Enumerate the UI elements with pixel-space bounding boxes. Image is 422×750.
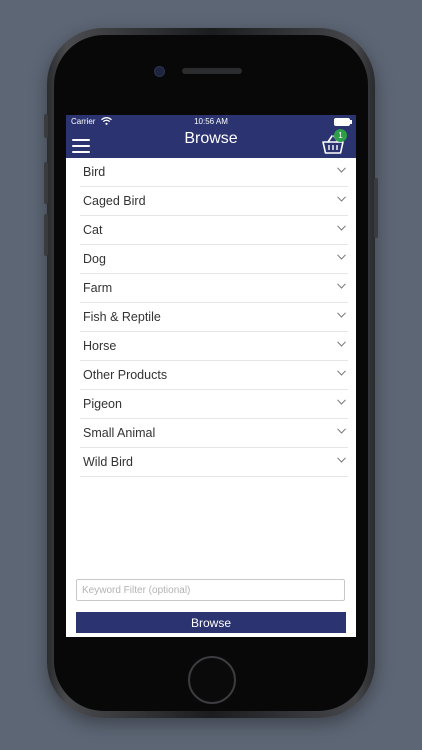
category-label: Small Animal (83, 426, 156, 440)
category-label: Fish & Reptile (83, 310, 161, 324)
category-label: Pigeon (83, 397, 122, 411)
category-list: Bird Caged Bird Cat Dog Farm Fish & Reptile Ho… (80, 158, 348, 477)
home-button[interactable] (188, 656, 236, 704)
category-label: Cat (83, 223, 103, 237)
chevron-down-icon (337, 312, 346, 318)
category-row[interactable]: Small Animal (80, 419, 348, 448)
app-screen: Carrier 10:56 AM Browse 1 Bird Caged Bird… (66, 115, 356, 637)
volume-up-button (44, 162, 48, 204)
category-row[interactable]: Horse (80, 332, 348, 361)
category-row[interactable]: Farm (80, 274, 348, 303)
category-row[interactable]: Other Products (80, 361, 348, 390)
category-label: Dog (83, 252, 106, 266)
category-label: Horse (83, 339, 117, 353)
battery-icon (334, 118, 352, 126)
front-camera (154, 66, 165, 77)
category-row[interactable]: Pigeon (80, 390, 348, 419)
category-row[interactable]: Cat (80, 216, 348, 245)
chevron-down-icon (337, 283, 346, 289)
browse-button[interactable]: Browse (76, 612, 346, 633)
category-label: Wild Bird (83, 455, 134, 469)
category-label: Farm (83, 281, 113, 295)
navigation-bar: Browse 1 (66, 128, 356, 158)
category-label: Caged Bird (83, 194, 146, 208)
status-time: 10:56 AM (194, 117, 228, 126)
page-title: Browse (184, 130, 238, 147)
power-button (374, 178, 378, 238)
earpiece-speaker (182, 68, 242, 74)
chevron-down-icon (337, 428, 346, 434)
chevron-down-icon (337, 399, 346, 405)
category-label: Other Products (83, 368, 168, 382)
chevron-down-icon (337, 457, 346, 463)
chevron-down-icon (337, 370, 346, 376)
category-row[interactable]: Caged Bird (80, 187, 348, 216)
chevron-down-icon (337, 254, 346, 260)
status-bar: Carrier 10:56 AM (66, 115, 356, 128)
volume-down-button (44, 214, 48, 256)
category-label: Bird (83, 165, 106, 179)
keyword-filter-input[interactable] (76, 579, 345, 601)
chevron-down-icon (337, 196, 346, 202)
chevron-down-icon (337, 225, 346, 231)
chevron-down-icon (337, 167, 346, 173)
cart-count-badge: 1 (334, 129, 347, 142)
category-row[interactable]: Fish & Reptile (80, 303, 348, 332)
category-row[interactable]: Bird (80, 158, 348, 187)
chevron-down-icon (337, 341, 346, 347)
category-row[interactable]: Dog (80, 245, 348, 274)
category-row[interactable]: Wild Bird (80, 448, 348, 477)
mute-switch (44, 114, 48, 138)
